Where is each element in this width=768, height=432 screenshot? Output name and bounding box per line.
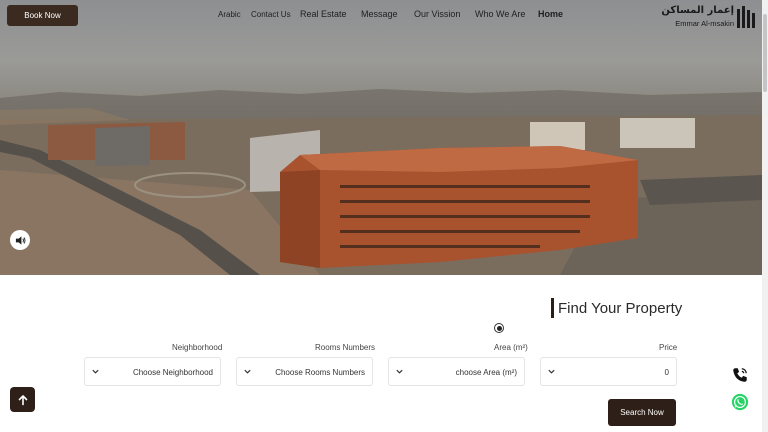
price-value: 0 — [664, 368, 669, 377]
neighborhood-select[interactable]: Choose Neighborhood — [84, 357, 221, 386]
price-label: Price — [659, 343, 678, 352]
nav-our-vision[interactable]: Our Vission — [414, 9, 460, 19]
phone-icon[interactable] — [731, 366, 749, 384]
whatsapp-icon[interactable] — [731, 393, 749, 411]
area-value: choose Area (m²) — [455, 368, 517, 377]
arrow-up-icon — [18, 394, 27, 405]
rooms-label: Rooms Numbers — [315, 343, 376, 352]
neighborhood-label: Neighborhood — [172, 343, 223, 352]
neighborhood-value: Choose Neighborhood — [132, 368, 213, 377]
title-accent-bar — [551, 298, 554, 318]
scrollbar[interactable] — [762, 0, 768, 432]
nav-contact-us[interactable]: Contact Us — [251, 10, 291, 19]
nav-message[interactable]: Message — [361, 9, 398, 19]
nav-real-estate[interactable]: Real Estate — [300, 9, 347, 19]
chevron-down-icon — [244, 369, 251, 374]
sound-toggle-button[interactable] — [10, 230, 30, 250]
scrollbar-thumb[interactable] — [763, 14, 767, 92]
rooms-value: Choose Rooms Numbers — [275, 368, 365, 377]
search-mode-radio[interactable] — [494, 323, 504, 333]
chevron-down-icon — [92, 369, 99, 374]
speaker-icon — [15, 235, 25, 245]
price-select[interactable]: 0 — [540, 357, 677, 386]
back-to-top-button[interactable] — [10, 387, 35, 412]
nav-home[interactable]: Home — [538, 9, 563, 19]
building-logo-icon — [737, 6, 755, 28]
book-now-button[interactable]: Book Now — [7, 5, 78, 26]
rooms-select[interactable]: Choose Rooms Numbers — [236, 357, 373, 386]
brand-logo[interactable]: إعمار المساكن Emmar Al-msakin — [661, 5, 756, 29]
area-label: Area (m²) — [494, 343, 528, 352]
logo-english-text: Emmar Al-msakin — [675, 19, 734, 28]
logo-arabic-text: إعمار المساكن — [661, 5, 734, 16]
hero-image — [0, 89, 762, 275]
hero-video — [0, 0, 762, 275]
search-now-button[interactable]: Search Now — [608, 399, 676, 426]
chevron-down-icon — [548, 369, 555, 374]
radio-selected-dot — [496, 325, 502, 331]
chevron-down-icon — [396, 369, 403, 374]
nav-who-we-are[interactable]: Who We Are — [475, 9, 525, 19]
area-select[interactable]: choose Area (m²) — [388, 357, 525, 386]
find-property-title: Find Your Property — [558, 300, 683, 317]
nav-arabic[interactable]: Arabic — [218, 10, 241, 19]
